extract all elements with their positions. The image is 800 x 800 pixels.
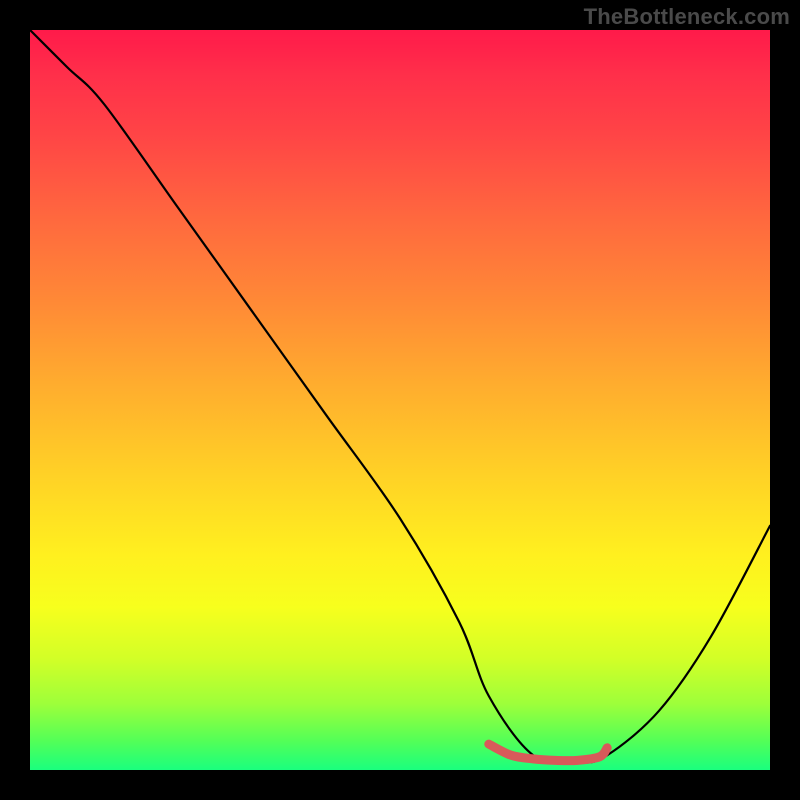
chart-frame: TheBottleneck.com (0, 0, 800, 800)
plot-area (30, 30, 770, 770)
chart-svg (30, 30, 770, 770)
bottleneck-curve-path (30, 30, 770, 763)
watermark-text: TheBottleneck.com (584, 4, 790, 30)
minimum-band-path (489, 744, 607, 761)
